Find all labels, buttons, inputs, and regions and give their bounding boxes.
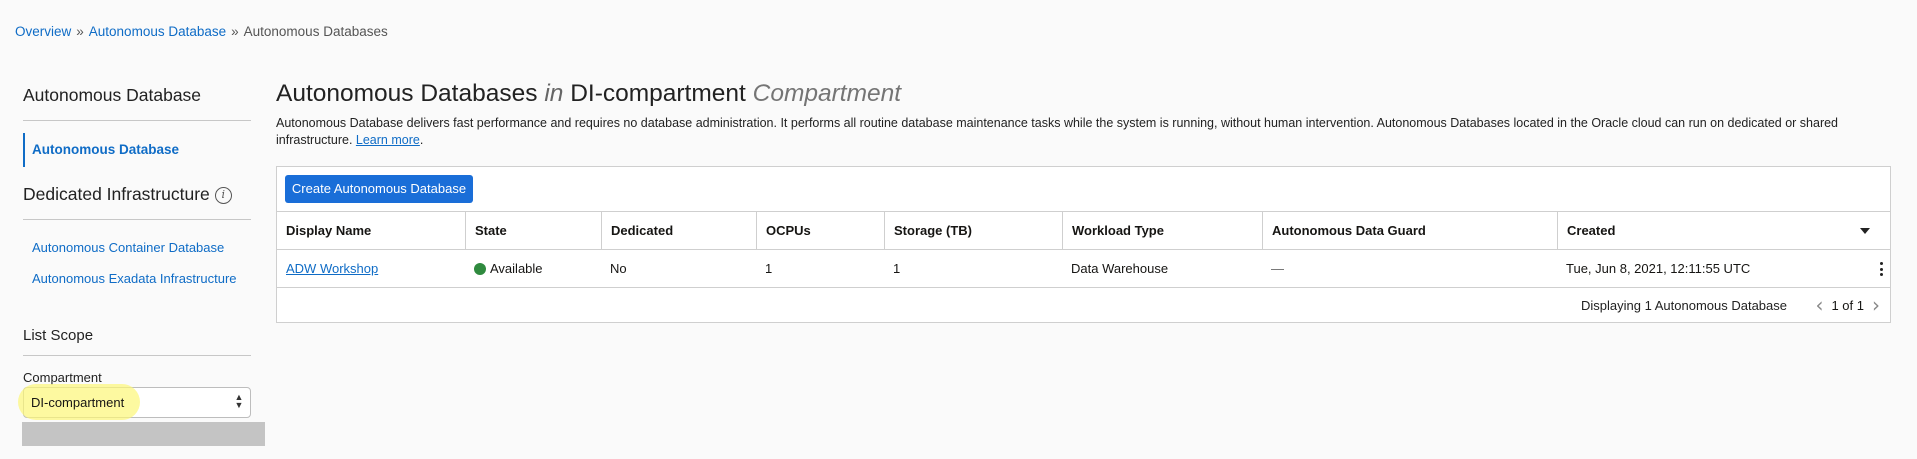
cell-ocpus: 1 — [765, 261, 773, 276]
database-name-link[interactable]: ADW Workshop — [286, 261, 378, 276]
page-title-compartment-word: Compartment — [752, 80, 902, 107]
breadcrumb-current: Autonomous Databases — [243, 24, 388, 39]
cell-data-guard: — — [1271, 261, 1284, 276]
learn-more-link[interactable]: Learn more — [356, 133, 420, 147]
status-available-icon — [474, 262, 486, 275]
page-indicator: 1 of 1 — [1831, 297, 1864, 313]
table-row: ADW Workshop Available No 1 1 Data Wareh… — [277, 249, 1890, 287]
sidebar-item-autonomous-container-database[interactable]: Autonomous Container Database — [32, 240, 251, 271]
created-value: Tue, Jun 8, 2021, 12:11:55 UTC — [1566, 261, 1751, 276]
info-icon[interactable]: i — [214, 187, 232, 204]
dedicated-links: Autonomous Container Database Autonomous… — [23, 240, 251, 286]
divider — [23, 219, 251, 220]
learn-more-suffix: . — [419, 133, 424, 147]
sidebar-nav: Autonomous Database — [23, 133, 251, 167]
cell-storage: 1 — [893, 261, 901, 276]
compartment-label: Compartment — [23, 370, 102, 385]
main-content: Autonomous Databases in DI-compartment C… — [276, 80, 1892, 323]
breadcrumb: Overview » Autonomous Database » Autonom… — [15, 24, 388, 39]
databases-table: Display Name State Dedicated OCPUs Stora… — [277, 211, 1890, 287]
results-count: Displaying 1 Autonomous Database — [1581, 298, 1787, 313]
breadcrumb-separator: » — [76, 24, 84, 39]
column-header-display-name[interactable]: Display Name — [277, 212, 465, 249]
table-footer: Displaying 1 Autonomous Database ‹ 1 of … — [277, 287, 1890, 323]
pagination: ‹ 1 of 1 › — [1815, 295, 1880, 315]
placeholder-bar — [22, 422, 265, 446]
create-autonomous-database-button[interactable]: Create Autonomous Database — [285, 175, 473, 203]
cell-state: Available — [465, 250, 601, 287]
column-header-storage[interactable]: Storage (TB) — [884, 212, 1062, 249]
column-header-data-guard[interactable]: Autonomous Data Guard — [1262, 212, 1557, 249]
chevron-right-icon[interactable]: › — [1872, 295, 1880, 315]
sidebar-item-autonomous-database[interactable]: Autonomous Database — [23, 133, 251, 167]
dedicated-heading-label: Dedicated Infrastructure — [23, 184, 210, 204]
table-header-row: Display Name State Dedicated OCPUs Stora… — [277, 211, 1890, 249]
breadcrumb-overview[interactable]: Overview — [15, 24, 71, 39]
page-title-in: in — [544, 80, 564, 107]
column-header-dedicated[interactable]: Dedicated — [601, 212, 756, 249]
sidebar-item-autonomous-exadata-infrastructure[interactable]: Autonomous Exadata Infrastructure — [32, 271, 251, 286]
column-header-created-label: Created — [1567, 223, 1616, 238]
breadcrumb-separator: » — [231, 24, 239, 39]
column-header-workload-type[interactable]: Workload Type — [1062, 212, 1262, 249]
state-label: Available — [490, 261, 543, 276]
page-title-main: Autonomous Databases — [276, 80, 538, 107]
cell-display-name: ADW Workshop — [277, 250, 465, 287]
page-title: Autonomous Databases in DI-compartment C… — [276, 80, 1892, 108]
dedicated-infrastructure-heading: Dedicated Infrastructure i — [23, 183, 251, 207]
column-header-ocpus[interactable]: OCPUs — [756, 212, 884, 249]
description-text: Autonomous Database delivers fast perfor… — [276, 116, 1839, 147]
cell-dedicated: No — [610, 261, 627, 276]
sort-caret-down-icon[interactable] — [1860, 228, 1870, 234]
divider — [23, 355, 251, 356]
list-scope-heading: List Scope — [23, 327, 94, 344]
breadcrumb-autonomous-database[interactable]: Autonomous Database — [89, 24, 226, 39]
compartment-select-value: DI-compartment — [31, 395, 125, 410]
page-title-compartment-name: DI-compartment — [570, 80, 746, 107]
column-header-state[interactable]: State — [465, 212, 601, 249]
row-actions-kebab-icon[interactable] — [1880, 262, 1884, 276]
databases-table-panel: Create Autonomous Database Display Name … — [276, 166, 1891, 323]
compartment-select[interactable]: DI-compartment ▲ ▼ — [18, 384, 251, 420]
chevron-left-icon[interactable]: ‹ — [1815, 295, 1823, 315]
cell-created: Tue, Jun 8, 2021, 12:11:55 UTC — [1557, 250, 1890, 287]
sidebar: Autonomous Database Autonomous Database … — [18, 85, 265, 446]
cell-workload-type: Data Warehouse — [1071, 261, 1169, 276]
sidebar-heading: Autonomous Database — [23, 85, 202, 105]
page-description: Autonomous Database delivers fast perfor… — [276, 115, 1886, 149]
select-arrows-icon: ▲ ▼ — [234, 392, 244, 410]
divider — [23, 120, 251, 121]
column-header-created[interactable]: Created — [1557, 212, 1890, 249]
